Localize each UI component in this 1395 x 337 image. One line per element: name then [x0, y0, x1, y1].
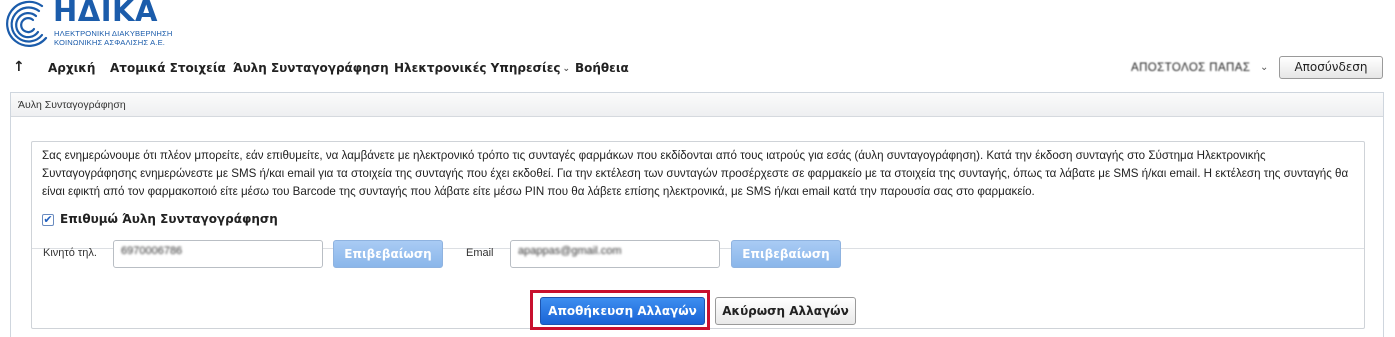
e-prescription-checkbox-label[interactable]: Επιθυμώ Άυλη Συνταγογράφηση [60, 212, 278, 226]
mobile-value: 6970006786 [121, 245, 183, 257]
chevron-down-icon: ⌄ [562, 64, 571, 74]
logo-title: ΗΔΙΚΑ [53, 0, 158, 28]
mobile-confirm-button[interactable]: Επιβεβαίωση [333, 240, 443, 268]
panel-header: Άυλη Συνταγογράφηση [11, 93, 1383, 117]
email-value: apappas@gmail.com [518, 245, 622, 257]
hdika-logo[interactable]: ΗΔΙΚΑ ΗΛΕΚΤΡΟΝΙΚΗ ΔΙΑΚΥΒΕΡΝΗΣΗ ΚΟΙΝΩΝΙΚΗ… [2, 0, 202, 56]
email-label: Email [466, 247, 494, 259]
user-menu[interactable]: ΑΠΟΣΤΟΛΟΣ ΠΑΠΑΣ [1131, 62, 1250, 74]
nav-item-e-prescription[interactable]: Άυλη Συνταγογράφηση [233, 61, 389, 75]
nav-item-help[interactable]: Βοήθεια [575, 61, 629, 75]
mobile-field[interactable]: 6970006786 [113, 240, 323, 268]
email-confirm-button[interactable]: Επιβεβαίωση [731, 240, 841, 268]
info-text: Σας ενημερώνουμε ότι πλέον μπορείτε, εάν… [42, 149, 1349, 198]
page: ΗΔΙΚΑ ΗΛΕΚΤΡΟΝΙΚΗ ΔΙΑΚΥΒΕΡΝΗΣΗ ΚΟΙΝΩΝΙΚΗ… [0, 0, 1395, 337]
nav-item-e-services[interactable]: Ηλεκτρονικές Υπηρεσίες ⌄ [394, 61, 570, 75]
checkmark-icon: ✔ [43, 213, 53, 226]
logo-swirl-icon [6, 0, 48, 47]
logo-subtitle: ΗΛΕΚΤΡΟΝΙΚΗ ΔΙΑΚΥΒΕΡΝΗΣΗ ΚΟΙΝΩΝΙΚΗΣ ΑΣΦΑ… [54, 29, 172, 47]
up-arrow-icon[interactable]: ↑ [13, 59, 25, 75]
nav-item-personal-info[interactable]: Ατομικά Στοιχεία [110, 61, 226, 75]
e-prescription-checkbox[interactable]: ✔ [42, 214, 54, 226]
email-field[interactable]: apappas@gmail.com [510, 240, 720, 268]
logo-subtitle-line1: ΗΛΕΚΤΡΟΝΙΚΗ ΔΙΑΚΥΒΕΡΝΗΣΗ [54, 29, 173, 38]
logout-button[interactable]: Αποσύνδεση [1279, 56, 1383, 79]
nav-item-e-services-label: Ηλεκτρονικές Υπηρεσίες [394, 61, 561, 75]
top-navigation: ↑ Αρχική Ατομικά Στοιχεία Άυλη Συνταγογρ… [0, 56, 1395, 80]
logo-subtitle-line2: ΚΟΙΝΩΝΙΚΗΣ ΑΣΦΑΛΙΣΗΣ Α.Ε. [54, 38, 166, 47]
chevron-down-icon[interactable]: ⌄ [1260, 62, 1268, 73]
nav-item-home[interactable]: Αρχική [48, 61, 95, 75]
mobile-label: Κινητό τηλ. [43, 247, 97, 259]
save-changes-button[interactable]: Αποθήκευση Αλλαγών [540, 297, 705, 325]
panel-title: Άυλη Συνταγογράφηση [18, 99, 126, 111]
cancel-changes-button[interactable]: Ακύρωση Αλλαγών [715, 297, 856, 325]
